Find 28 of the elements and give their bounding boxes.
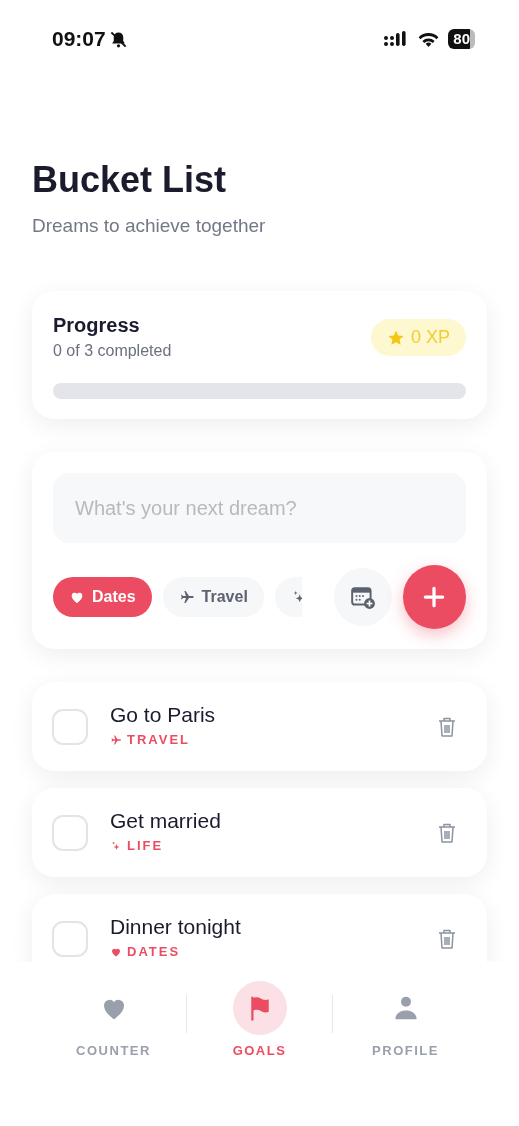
goal-checkbox[interactable] [52, 814, 88, 851]
status-time: 09:07 [52, 27, 106, 51]
tab-item[interactable]: COUNTER [41, 980, 186, 1058]
tab-item[interactable]: GOALS [187, 980, 332, 1058]
wifi-icon [417, 30, 441, 48]
muted-bell-icon [108, 29, 128, 49]
airplane-icon [110, 733, 122, 746]
goal-title: Go to Paris [110, 702, 217, 728]
xp-badge: 0 XP [370, 319, 466, 356]
goal-title: Get married [110, 808, 222, 834]
card-title: Progress [53, 313, 141, 337]
airplane-icon [178, 589, 195, 605]
goal-checkbox[interactable] [52, 708, 88, 745]
page-title: Bucket List [32, 160, 228, 200]
add-button[interactable] [402, 565, 466, 629]
goal-title: Dinner tonight [110, 914, 242, 940]
battery-icon: 80 [448, 29, 475, 49]
dream-input-field[interactable]: What's your next dream? [53, 473, 466, 543]
goal-category: LIFE [127, 838, 164, 853]
page-subtitle: Dreams to achieve together [32, 214, 267, 238]
progress-summary: 0 of 3 completed [53, 341, 172, 361]
goal-checkbox[interactable] [52, 920, 88, 957]
category-chip[interactable]: Dates [53, 577, 152, 617]
goal-category: TRAVEL [127, 732, 191, 747]
tab-item[interactable]: PROFILE [333, 980, 478, 1058]
calendar-add-icon [349, 584, 376, 610]
category-chip[interactable]: Travel [162, 577, 264, 617]
goal-category: DATES [127, 944, 181, 959]
